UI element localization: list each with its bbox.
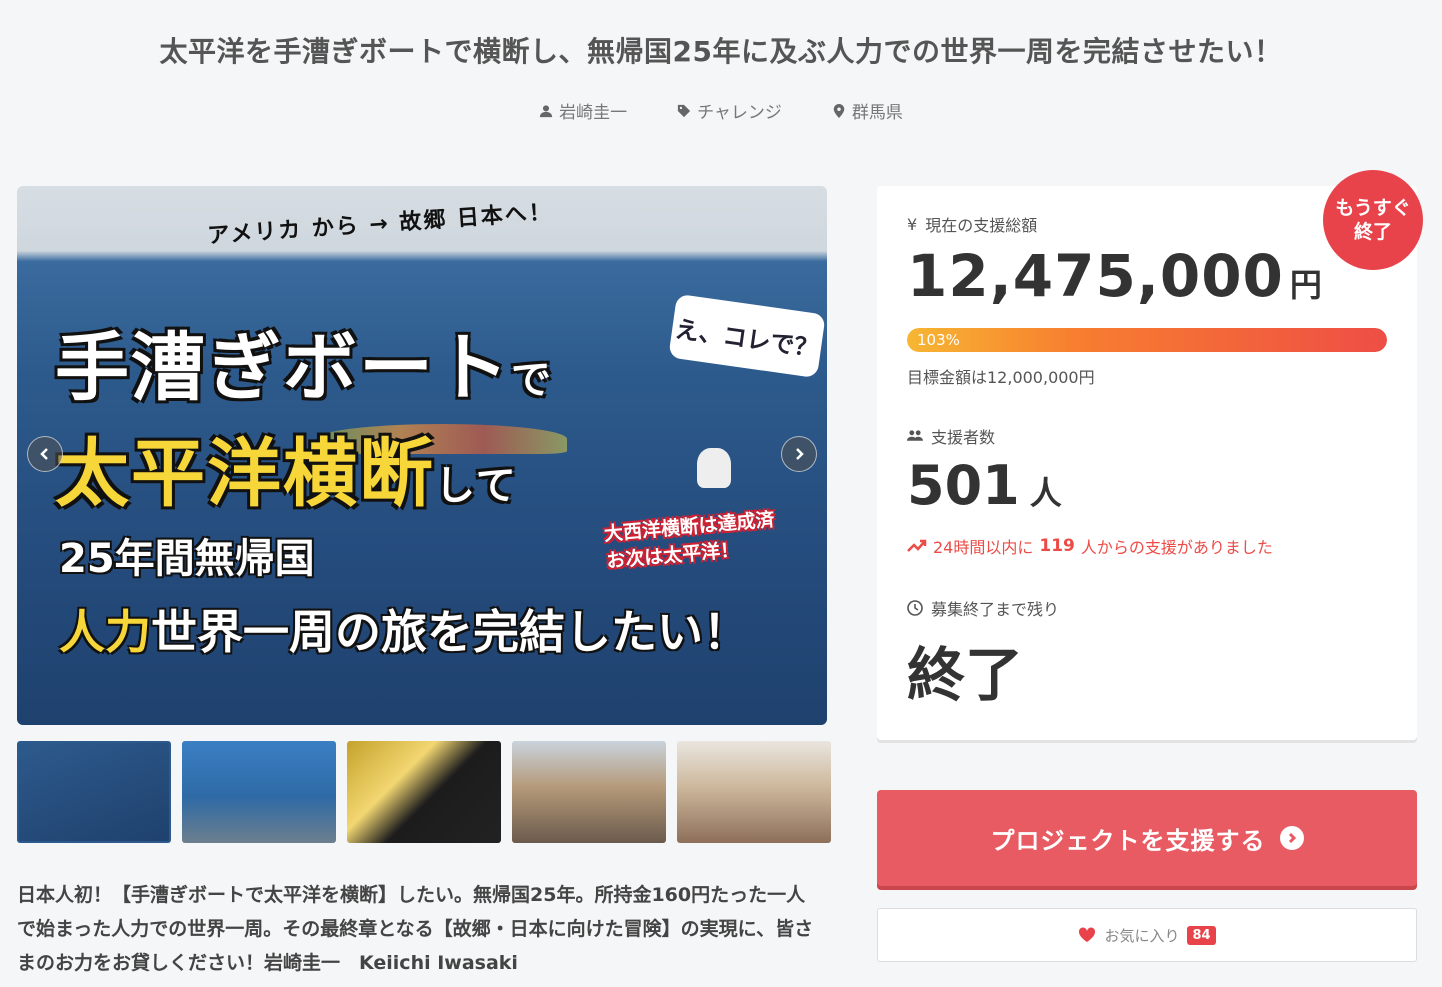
- recent-support-trend: 24時間以内に 119 人からの支援がありました: [907, 534, 1273, 558]
- location-pin-icon: [833, 103, 845, 118]
- hero-note: 大西洋横断は達成済 お次は太平洋！: [603, 508, 776, 572]
- favorite-button[interactable]: お気に入り 84: [877, 908, 1417, 962]
- arrow-right-circle-icon: [1279, 826, 1304, 850]
- total-amount: 12,475,000 円: [907, 242, 1323, 310]
- thumbnail-5[interactable]: [677, 741, 831, 843]
- chevron-left-icon: [40, 448, 48, 460]
- remaining-value: 終了: [907, 641, 1024, 709]
- hero-line-2: 太平洋横断して: [55, 431, 518, 517]
- location-meta[interactable]: 群馬県: [832, 98, 903, 123]
- thumbnail-2[interactable]: [182, 741, 336, 843]
- project-description: 日本人初！【手漕ぎボートで太平洋を横断】したい。無帰国25年。所持金160円たっ…: [17, 884, 814, 974]
- tag-icon: [677, 104, 691, 117]
- user-icon: [539, 104, 553, 117]
- category-meta[interactable]: チャレンジ: [677, 98, 782, 123]
- remaining-label: 募集終了まで残り: [907, 596, 1059, 620]
- category-name: チャレンジ: [697, 103, 782, 123]
- thumbnail-strip: [17, 741, 831, 843]
- hero-line-3: 25年間無帰国: [59, 536, 315, 582]
- main-project-image[interactable]: アメリカ から → 故郷 日本へ！ 手漕ぎボートで 太平洋横断して 25年間無帰…: [17, 186, 827, 725]
- trending-up-icon: [907, 539, 927, 552]
- users-icon: [907, 430, 923, 441]
- progress-percent: 103%: [917, 331, 960, 349]
- carousel-prev-button[interactable]: [27, 436, 63, 472]
- hero-banner-text: アメリカ から → 故郷 日本へ！: [206, 199, 554, 250]
- location-name: 群馬県: [851, 103, 903, 123]
- supporters-count: 501 人: [907, 454, 1062, 517]
- favorite-label: お気に入り: [1104, 926, 1180, 945]
- support-project-button[interactable]: プロジェクトを支援する: [877, 790, 1417, 886]
- chevron-right-icon: [796, 448, 804, 460]
- owner-name: 岩崎圭一: [559, 103, 628, 123]
- hero-line-4: 人力世界一周の旅を完結したい！: [59, 605, 749, 659]
- ending-soon-badge: もうすぐ 終了: [1323, 170, 1423, 270]
- speech-bubble: え、コレで？: [668, 293, 826, 379]
- supporters-label: 支援者数: [907, 424, 995, 448]
- total-label: ¥ 現在の支援総額: [907, 214, 1038, 236]
- rowing-boat-image: [697, 448, 731, 488]
- funding-progress-bar: 103%: [907, 328, 1387, 352]
- favorite-count-badge: 84: [1187, 925, 1216, 945]
- thumbnail-3[interactable]: [347, 741, 501, 843]
- heart-icon: [1079, 927, 1096, 942]
- hero-line-1: 手漕ぎボートで: [55, 325, 553, 411]
- thumbnail-4[interactable]: [512, 741, 666, 843]
- clock-icon: [907, 600, 923, 616]
- owner-meta[interactable]: 岩崎圭一: [539, 98, 627, 123]
- funding-stats-panel: ¥ 現在の支援総額 12,475,000 円 103% 目標金額は12,000,0…: [877, 186, 1417, 740]
- project-meta: 岩崎圭一 チャレンジ 群馬県: [0, 98, 1442, 123]
- support-button-label: プロジェクトを支援する: [990, 827, 1266, 855]
- goal-amount: 目標金額は12,000,000円: [907, 368, 1095, 387]
- page-title: 太平洋を手漕ぎボートで横断し、無帰国25年に及ぶ人力での世界一周を完結させたい！: [159, 35, 1283, 68]
- progress-fill: [907, 328, 1387, 352]
- yen-icon: ¥: [907, 214, 918, 234]
- thumbnail-1[interactable]: [17, 741, 171, 843]
- carousel-next-button[interactable]: [781, 436, 817, 472]
